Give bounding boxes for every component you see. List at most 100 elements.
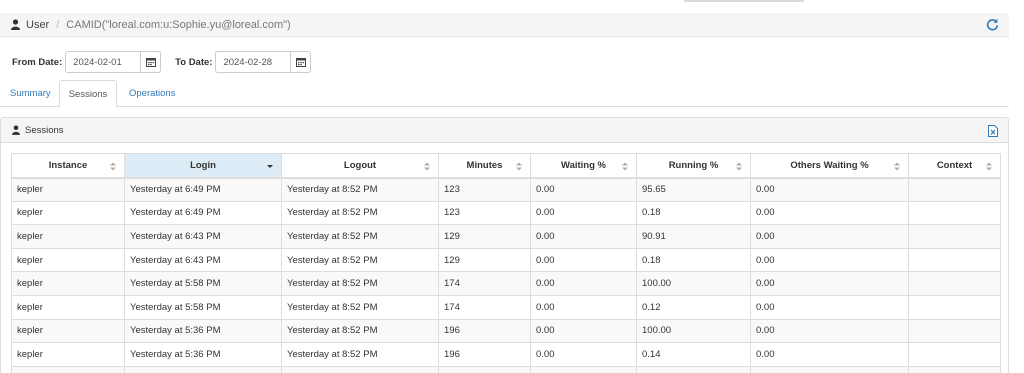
table-row[interactable]: kepler Yesterday at 5:58 PM Yesterday at… [11,294,1001,320]
from-date-input[interactable]: 2024-02-01 [65,51,142,73]
cell-instance [11,365,125,373]
cell-running: 0.18 [636,247,751,273]
cell-waiting: 0.00 [530,342,637,367]
user-icon [11,19,20,30]
table-row[interactable]: kepler Yesterday at 6:49 PM Yesterday at… [11,177,1001,202]
table-header-row: Instance Login Logout Minutes Waiting % … [11,153,1001,179]
cell-login [124,365,282,373]
cell-logout: Yesterday at 8:52 PM [281,247,439,273]
cell-others-waiting: 0.00 [750,224,909,249]
table-row[interactable]: kepler Yesterday at 5:36 PM Yesterday at… [11,318,1001,344]
tab-operations[interactable]: Operations [129,80,175,107]
to-date-input[interactable]: 2024-02-28 [215,51,292,73]
cell-waiting: 0.00 [530,247,637,273]
cell-instance: kepler [11,177,125,202]
column-header-minutes[interactable]: Minutes [438,153,531,179]
cell-logout: Yesterday at 8:52 PM [281,342,439,367]
cell-running: 95.65 [636,177,751,202]
column-header-logout[interactable]: Logout [281,153,439,179]
breadcrumb-separator: / [56,18,60,31]
cell-instance: kepler [11,247,125,273]
column-header-instance[interactable]: Instance [11,153,125,179]
cell-others-waiting: 0.00 [750,200,909,226]
cell-context [908,342,1001,367]
tab-bar: Summary Sessions Operations [0,80,1009,108]
cell-others-waiting: 0.00 [750,177,909,202]
sort-both-icon [736,162,742,171]
table-body: kepler Yesterday at 6:49 PM Yesterday at… [11,177,1001,373]
table-row[interactable]: kepler Yesterday at 6:43 PM Yesterday at… [11,247,1001,273]
cell-logout: Yesterday at 8:52 PM [281,271,439,296]
page-title: User [26,18,50,31]
cell-minutes: 129 [438,247,531,273]
cell-logout: Yesterday at 8:52 PM [281,294,439,320]
column-header-others-waiting[interactable]: Others Waiting % [750,153,909,179]
cell-minutes: 174 [438,294,531,320]
date-filter-row: From Date: 2024-02-01 To Date: 2024-02-2… [12,51,312,73]
table-row[interactable]: kepler Yesterday at 5:36 PM Yesterday at… [11,342,1001,367]
user-header: User / CAMID("loreal.com:u:Sophie.yu@lor… [0,13,1009,37]
cell-minutes [438,365,531,373]
table-row[interactable]: kepler Yesterday at 6:43 PM Yesterday at… [11,224,1001,249]
cell-login: Yesterday at 6:43 PM [124,224,282,249]
cell-waiting: 0.00 [530,271,637,296]
cell-login: Yesterday at 5:58 PM [124,271,282,296]
cell-running: 90.91 [636,224,751,249]
cell-running: 100.00 [636,318,751,344]
sort-both-icon [110,162,116,171]
cell-others-waiting: 0.00 [750,342,909,367]
user-camid: CAMID("loreal.com:u:Sophie.yu@loreal.com… [66,18,291,31]
cell-waiting: 0.00 [530,177,637,202]
panel-title: Sessions [25,124,64,136]
cell-login: Yesterday at 6:43 PM [124,247,282,273]
cell-running: 0.18 [636,200,751,226]
cell-logout: Yesterday at 8:52 PM [281,224,439,249]
cell-running: 0.12 [636,294,751,320]
to-date-calendar-button[interactable] [291,51,312,73]
calendar-icon [145,58,156,67]
cell-login: Yesterday at 5:36 PM [124,342,282,367]
cell-instance: kepler [11,342,125,367]
cell-login: Yesterday at 6:49 PM [124,177,282,202]
tab-summary[interactable]: Summary [10,80,51,107]
cell-minutes: 196 [438,318,531,344]
cell-waiting: 0.00 [530,318,637,344]
cell-running: 0.14 [636,342,751,367]
user-icon [12,125,20,135]
cell-minutes: 196 [438,342,531,367]
cell-logout: Yesterday at 8:52 PM [281,200,439,226]
to-date-label: To Date: [175,56,213,68]
column-header-waiting[interactable]: Waiting % [530,153,637,179]
cell-waiting: 0.00 [530,200,637,226]
table-row[interactable]: kepler Yesterday at 5:58 PM Yesterday at… [11,271,1001,296]
table-row[interactable] [11,365,1001,373]
refresh-icon[interactable] [986,18,999,31]
column-header-login[interactable]: Login [124,153,282,179]
page-scrollbar-track[interactable] [1009,0,1024,373]
top-scroll-indicator [684,0,804,2]
cell-others-waiting: 0.00 [750,318,909,344]
column-header-running[interactable]: Running % [636,153,751,179]
cell-logout [281,365,439,373]
cell-others-waiting: 0.00 [750,294,909,320]
column-header-context[interactable]: Context [908,153,1001,179]
cell-login: Yesterday at 6:49 PM [124,200,282,226]
from-date-label: From Date: [12,56,63,68]
cell-others-waiting: 0.00 [750,247,909,273]
excel-export-icon[interactable] [988,125,998,137]
table-row[interactable]: kepler Yesterday at 6:49 PM Yesterday at… [11,200,1001,226]
panel-heading: Sessions [1,118,1008,143]
tab-sessions[interactable]: Sessions [59,80,117,108]
sessions-table: Instance Login Logout Minutes Waiting % … [11,153,1001,373]
from-date-calendar-button[interactable] [141,51,162,73]
cell-running: 100.00 [636,271,751,296]
cell-instance: kepler [11,271,125,296]
cell-others-waiting: 0.00 [750,271,909,296]
cell-minutes: 129 [438,224,531,249]
sessions-panel: Sessions Instance Login Logout Minutes W… [0,117,1009,373]
cell-logout: Yesterday at 8:52 PM [281,318,439,344]
cell-login: Yesterday at 5:36 PM [124,318,282,344]
cell-login: Yesterday at 5:58 PM [124,294,282,320]
cell-logout: Yesterday at 8:52 PM [281,177,439,202]
cell-context [908,200,1001,226]
